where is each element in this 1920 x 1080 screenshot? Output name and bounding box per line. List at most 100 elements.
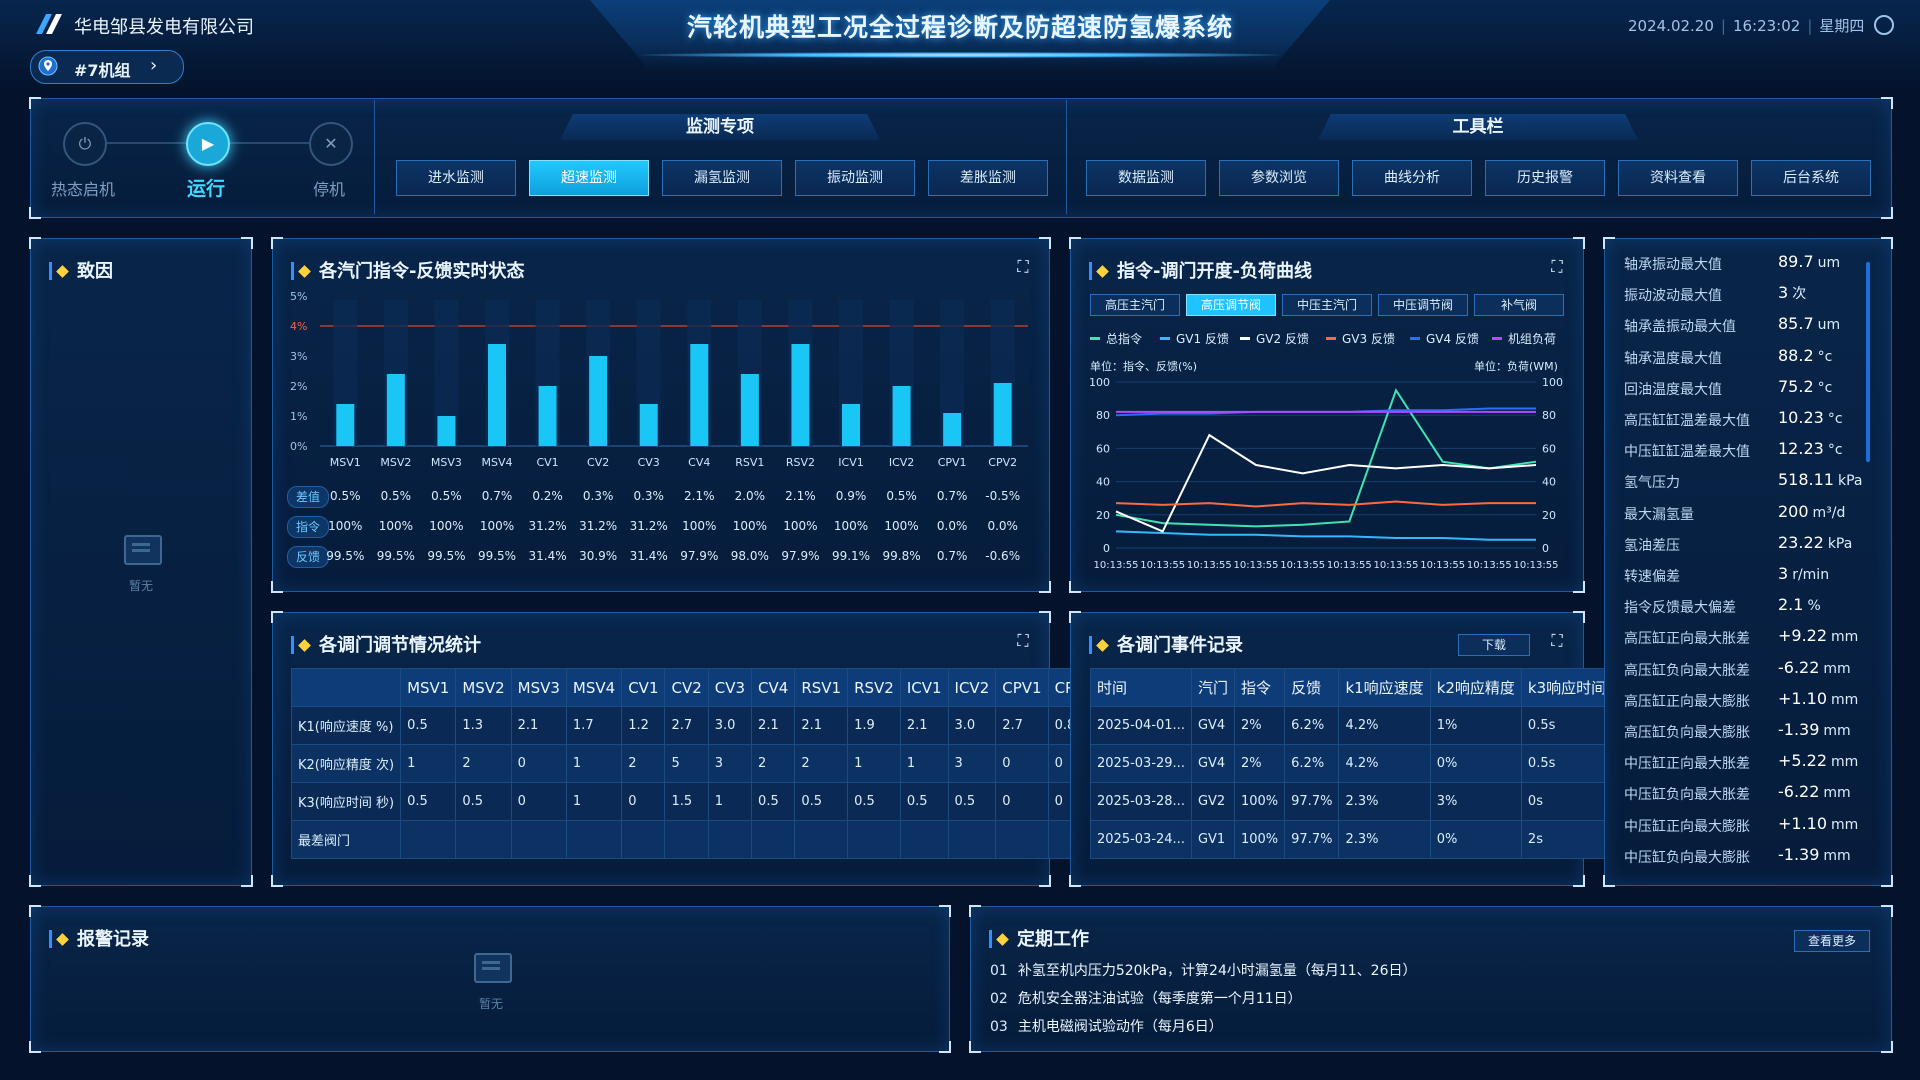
weekday-text: 星期四	[1819, 17, 1865, 35]
curve-tab[interactable]: 中压主汽门	[1282, 294, 1372, 316]
table-cell: 1	[565, 782, 623, 821]
metric-unit: m³/d	[1812, 504, 1846, 521]
table-row[interactable]: 2025-03-29... GV4 2% 6.2% 4.2% 0% 0.5s	[1090, 744, 1614, 783]
metric-value: +1.10 mm	[1778, 814, 1858, 833]
table-row[interactable]: 2025-03-24... GV1 100% 97.7% 2.3% 0% 2s	[1090, 820, 1614, 859]
empty-box-icon	[474, 953, 512, 983]
metric-label: 轴承盖振动最大值	[1624, 319, 1736, 336]
panel-title: 各调门调节情况统计	[291, 631, 481, 657]
table-cell: 3.0	[707, 706, 753, 745]
table-cell	[664, 820, 709, 859]
metric-number: 3	[1778, 564, 1789, 583]
table-cell: 1	[899, 744, 949, 783]
valve-value-cell: -0.6%	[985, 549, 1021, 563]
monitor-button[interactable]: 漏氢监测	[662, 160, 782, 196]
bar	[943, 413, 962, 446]
table-cell: 0	[995, 782, 1049, 821]
datetime-display: 2024.02.20 | 16:23:02 | 星期四	[1628, 17, 1865, 35]
monitor-button[interactable]: 差胀监测	[928, 160, 1048, 196]
valve-value-cell: 100%	[783, 519, 818, 533]
table-cell: 2.7	[995, 706, 1049, 745]
table-row[interactable]: K3(响应时间 秒) 0.5 0.5 0 1 0 1.5 1 0.5 0.5 0.5 0.5 0.5 0 0	[290, 782, 1101, 821]
table-cell: 2	[794, 744, 849, 783]
table-cell: 0	[510, 782, 567, 821]
toolbar-button[interactable]: 数据监测	[1086, 160, 1206, 196]
curve-tab-active[interactable]: 高压调节阀	[1186, 294, 1276, 316]
bar	[589, 356, 608, 446]
legend-item[interactable]: 总指令	[1090, 330, 1142, 347]
metric-unit: kPa	[1827, 535, 1853, 552]
metric-unit: 次	[1792, 286, 1807, 303]
toolbar-button[interactable]: 参数浏览	[1219, 160, 1339, 196]
metric-unit: kPa	[1837, 473, 1863, 490]
toolbar-button[interactable]: 资料查看	[1618, 160, 1738, 196]
metric-number: 2.1	[1778, 595, 1804, 615]
user-icon[interactable]	[1874, 15, 1894, 35]
legend-item[interactable]: GV2 反馈	[1240, 330, 1309, 347]
table-cell: 2.3%	[1338, 820, 1431, 859]
legend-item[interactable]: GV1 反馈	[1160, 330, 1229, 347]
table-cell: 2.3%	[1338, 782, 1431, 821]
line-chart: 0 020 2040 4060 6080 80100 10010:13:55 10:13:55…	[1089, 376, 1563, 571]
play-icon[interactable]: ▶	[186, 122, 230, 166]
x-tick-label: CV2	[587, 456, 609, 469]
stats-table: MSV1 MSV2 MSV3 MSV4 CV1 CV2 CV3 CV4 RSV1 RSV2 ICV1…	[290, 668, 1101, 859]
table-row[interactable]: K2(响应精度 次) 1 2 0 1 2 5 3 2 2 1 1 3 0 0	[290, 744, 1101, 783]
view-more-button[interactable]: 查看更多	[1794, 930, 1870, 952]
work-item[interactable]: 02 危机安全器注油试验（每季度第一个月11日）	[990, 988, 1302, 1008]
legend-item[interactable]: GV4 反馈	[1410, 330, 1479, 347]
download-button[interactable]: 下载	[1458, 634, 1530, 656]
table-header-cell: CV3	[707, 668, 753, 707]
monitor-button-active[interactable]: 超速监测	[529, 160, 649, 196]
metric-label: 中压缸正向最大胀差	[1624, 756, 1750, 773]
expand-icon[interactable]: ⛶	[1549, 633, 1565, 649]
table-row[interactable]: K1(响应速度 %) 0.5 1.3 2.1 1.7 1.2 2.7 3.0 2.1 2.1 1.9…	[290, 706, 1101, 745]
toolbar-button[interactable]: 历史报警	[1485, 160, 1605, 196]
metrics-scrollbar[interactable]	[1866, 262, 1870, 462]
stop-icon[interactable]: ✕	[309, 122, 353, 166]
valve-value-cell: 0.7%	[936, 549, 968, 563]
bar	[639, 404, 658, 446]
metric-number: 518.11	[1778, 470, 1834, 490]
panel-title: 各调门事件记录	[1089, 631, 1243, 657]
legend-label: GV1 反馈	[1176, 332, 1229, 346]
curve-tab[interactable]: 中压调节阀	[1378, 294, 1468, 316]
metric-label: 中压缸负向最大胀差	[1624, 787, 1750, 804]
series-line	[1115, 500, 1536, 508]
table-row[interactable]: 2025-04-01... GV4 2% 6.2% 4.2% 1% 0.5s	[1090, 706, 1614, 745]
series-line	[1115, 530, 1536, 541]
table-cell	[621, 820, 666, 859]
monitor-button[interactable]: 振动监测	[795, 160, 915, 196]
toolbar-button[interactable]: 后台系统	[1751, 160, 1871, 196]
table-header-cell: CV1	[621, 668, 666, 707]
metric-number: 12.23	[1778, 439, 1824, 459]
power-icon[interactable]: ⏻	[63, 122, 107, 166]
valve-value-cell: 97.9%	[781, 549, 820, 563]
work-item[interactable]: 01 补氢至机内压力520kPa，计算24小时漏氢量（每月11、26日）	[990, 960, 1417, 980]
curve-tab[interactable]: 高压主汽门	[1090, 294, 1180, 316]
table-row[interactable]: 最差阀门	[290, 820, 1101, 859]
toolbar-button[interactable]: 曲线分析	[1352, 160, 1472, 196]
chevron-right-icon[interactable]: ›	[150, 55, 157, 76]
metric-value: 89.7 um	[1778, 252, 1840, 271]
x-tick-label: CV3	[638, 456, 660, 469]
table-cell	[751, 820, 796, 859]
expand-icon[interactable]: ⛶	[1015, 633, 1031, 649]
state-label-hot-start: 热态启机	[50, 180, 115, 199]
monitor-button[interactable]: 进水监测	[396, 160, 516, 196]
expand-icon[interactable]: ⛶	[1549, 259, 1565, 275]
work-item[interactable]: 03 主机电磁阀试验动作（每月6日）	[990, 1016, 1223, 1036]
legend-item[interactable]: 机组负荷	[1492, 330, 1556, 347]
legend-item[interactable]: GV3 反馈	[1326, 330, 1395, 347]
table-cell: 0%	[1429, 820, 1522, 859]
metric-label: 指令反馈最大偏差	[1624, 600, 1736, 617]
table-cell: 2s	[1520, 820, 1614, 859]
table-header-cell: RSV1	[794, 668, 849, 707]
y-tick-label: 5%	[290, 290, 307, 303]
table-cell: 0%	[1429, 744, 1522, 783]
table-header-cell: 汽门	[1190, 668, 1235, 707]
table-cell: 1.5	[664, 782, 709, 821]
table-row[interactable]: 2025-03-28... GV2 100% 97.7% 2.3% 3% 0s	[1090, 782, 1614, 821]
expand-icon[interactable]: ⛶	[1015, 259, 1031, 275]
curve-tab[interactable]: 补气阀	[1474, 294, 1564, 316]
